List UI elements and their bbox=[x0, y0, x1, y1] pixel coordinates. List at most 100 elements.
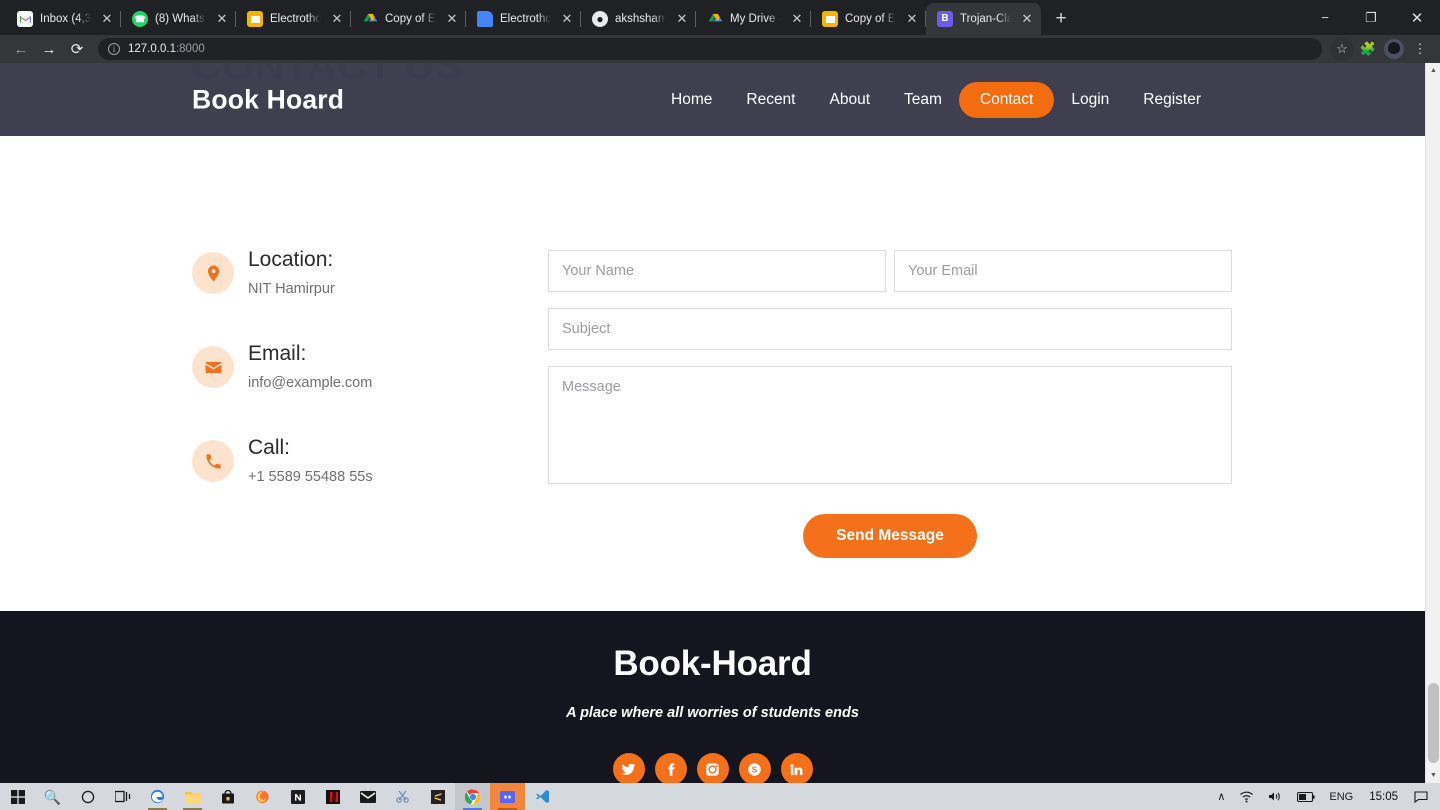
tab-title: Copy of Electro bbox=[845, 13, 897, 25]
tab-title: Inbox (4,317) - bbox=[40, 13, 92, 25]
scrollbar-down-arrow[interactable]: ▼ bbox=[1426, 768, 1440, 783]
reload-button[interactable]: ⟳ bbox=[64, 36, 90, 62]
file-explorer-icon[interactable] bbox=[175, 783, 210, 810]
skype-icon[interactable]: S bbox=[738, 753, 771, 783]
taskbar-clock[interactable]: 15:05 bbox=[1360, 791, 1407, 803]
chrome-menu-icon[interactable]: ⋮ bbox=[1408, 37, 1432, 61]
info-value: NIT Hamirpur bbox=[248, 281, 335, 298]
page-scrollbar[interactable]: ▲ ▼ bbox=[1425, 63, 1440, 783]
snipping-tool-icon[interactable] bbox=[385, 783, 420, 810]
contact-info-call: Call: +1 5589 55488 55s bbox=[192, 436, 522, 486]
vscode-icon[interactable] bbox=[525, 783, 560, 810]
battery-icon[interactable] bbox=[1290, 783, 1322, 810]
tray-expand-chevron[interactable]: ∧ bbox=[1210, 783, 1232, 810]
chrome-icon[interactable] bbox=[455, 783, 490, 810]
tab-title: akshsharma121 bbox=[615, 13, 667, 25]
task-view-icon[interactable] bbox=[105, 783, 140, 810]
address-bar[interactable]: i 127.0.0.1:8000 bbox=[98, 38, 1322, 60]
close-icon[interactable]: ✕ bbox=[99, 11, 115, 27]
browser-tab[interactable]: Copy of Electro ✕ bbox=[811, 3, 926, 35]
linkedin-icon[interactable] bbox=[780, 753, 813, 783]
nav-link-home[interactable]: Home bbox=[654, 82, 729, 118]
slides-icon bbox=[822, 11, 838, 27]
new-tab-button[interactable]: + bbox=[1047, 5, 1075, 33]
instagram-icon[interactable] bbox=[696, 753, 729, 783]
browser-tab[interactable]: ● akshsharma121 ✕ bbox=[581, 3, 696, 35]
close-icon[interactable]: ✕ bbox=[444, 11, 460, 27]
microsoft-store-icon[interactable] bbox=[210, 783, 245, 810]
browser-tab-active[interactable]: B Trojan-Clan ✕ bbox=[926, 3, 1041, 35]
browser-tab[interactable]: Copy of Electro ✕ bbox=[351, 3, 466, 35]
close-icon[interactable]: ✕ bbox=[904, 11, 920, 27]
close-icon[interactable]: ✕ bbox=[789, 11, 805, 27]
nav-link-register[interactable]: Register bbox=[1126, 82, 1218, 118]
back-button[interactable]: ← bbox=[8, 36, 34, 62]
minimize-button[interactable]: − bbox=[1302, 1, 1348, 35]
scrollbar-up-arrow[interactable]: ▲ bbox=[1426, 63, 1440, 78]
browser-tab[interactable]: ☎ (8) WhatsApp ✕ bbox=[121, 3, 236, 35]
browser-tab[interactable]: Inbox (4,317) - ✕ bbox=[6, 3, 121, 35]
tab-title: Trojan-Clan bbox=[960, 13, 1012, 25]
nav-link-recent[interactable]: Recent bbox=[729, 82, 812, 118]
nav-link-about[interactable]: About bbox=[813, 82, 888, 118]
tab-title: (8) WhatsApp bbox=[155, 13, 207, 25]
start-button[interactable] bbox=[0, 783, 35, 810]
bookmark-star-icon[interactable]: ☆ bbox=[1330, 37, 1354, 61]
firefox-icon[interactable] bbox=[245, 783, 280, 810]
cortana-icon[interactable] bbox=[70, 783, 105, 810]
profile-avatar-icon[interactable] bbox=[1382, 37, 1406, 61]
nav-link-contact[interactable]: Contact bbox=[958, 81, 1055, 118]
browser-tab[interactable]: Electrothon - G ✕ bbox=[236, 3, 351, 35]
extensions-puzzle-icon[interactable]: 🧩 bbox=[1356, 37, 1380, 61]
slides-icon bbox=[247, 11, 263, 27]
close-icon[interactable]: ✕ bbox=[1019, 11, 1035, 27]
footer-tagline: A place where all worries of students en… bbox=[566, 705, 859, 721]
close-window-button[interactable]: ✕ bbox=[1394, 1, 1440, 35]
wifi-icon[interactable] bbox=[1232, 783, 1261, 810]
forward-button[interactable]: → bbox=[36, 36, 62, 62]
browser-window: Inbox (4,317) - ✕ ☎ (8) WhatsApp ✕ Elect… bbox=[0, 0, 1440, 810]
scrollbar-thumb[interactable] bbox=[1428, 683, 1439, 763]
browser-tab[interactable]: My Drive - Goo ✕ bbox=[696, 3, 811, 35]
notification-icon[interactable] bbox=[1407, 783, 1440, 810]
window-controls: − ❐ ✕ bbox=[1302, 0, 1440, 35]
subject-input[interactable] bbox=[548, 308, 1232, 350]
netflix-icon[interactable] bbox=[315, 783, 350, 810]
mail-icon[interactable] bbox=[350, 783, 385, 810]
drive-icon bbox=[362, 11, 378, 27]
volume-icon[interactable] bbox=[1261, 783, 1290, 810]
system-tray: ∧ ENG 15:05 bbox=[1210, 783, 1440, 810]
envelope-icon bbox=[192, 346, 234, 389]
close-icon[interactable]: ✕ bbox=[674, 11, 690, 27]
search-icon[interactable]: 🔍 bbox=[35, 783, 70, 810]
close-icon[interactable]: ✕ bbox=[214, 11, 230, 27]
language-indicator[interactable]: ENG bbox=[1322, 783, 1360, 810]
sublime-text-icon[interactable] bbox=[420, 783, 455, 810]
tab-title: Copy of Electro bbox=[385, 13, 437, 25]
info-circle-icon[interactable]: i bbox=[108, 43, 120, 55]
site-brand[interactable]: Book Hoard bbox=[192, 84, 344, 115]
maximize-button[interactable]: ❐ bbox=[1348, 1, 1394, 35]
edge-icon[interactable] bbox=[140, 783, 175, 810]
send-message-button[interactable]: Send Message bbox=[803, 514, 977, 558]
nav-link-login[interactable]: Login bbox=[1054, 82, 1126, 118]
drive-icon bbox=[707, 11, 723, 27]
facebook-icon[interactable] bbox=[654, 753, 687, 783]
name-input[interactable] bbox=[548, 250, 886, 292]
close-icon[interactable]: ✕ bbox=[329, 11, 345, 27]
docs-icon bbox=[477, 11, 493, 27]
nav-link-team[interactable]: Team bbox=[887, 82, 959, 118]
discord-icon[interactable] bbox=[490, 783, 525, 810]
twitter-icon[interactable] bbox=[612, 753, 645, 783]
info-heading: Call: bbox=[248, 436, 291, 460]
browser-toolbar: ← → ⟳ i 127.0.0.1:8000 ☆ 🧩 ⋮ bbox=[0, 35, 1440, 63]
email-input[interactable] bbox=[894, 250, 1232, 292]
close-icon[interactable]: ✕ bbox=[559, 11, 575, 27]
contact-info-location: Location: NIT Hamirpur bbox=[192, 248, 522, 298]
gmail-icon bbox=[17, 11, 33, 27]
message-textarea[interactable] bbox=[548, 366, 1232, 484]
notion-icon[interactable] bbox=[280, 783, 315, 810]
tab-title: My Drive - Goo bbox=[730, 13, 782, 25]
browser-tab[interactable]: Electrothon 3.0 ✕ bbox=[466, 3, 581, 35]
site-footer: Book-Hoard A place where all worries of … bbox=[0, 611, 1425, 783]
